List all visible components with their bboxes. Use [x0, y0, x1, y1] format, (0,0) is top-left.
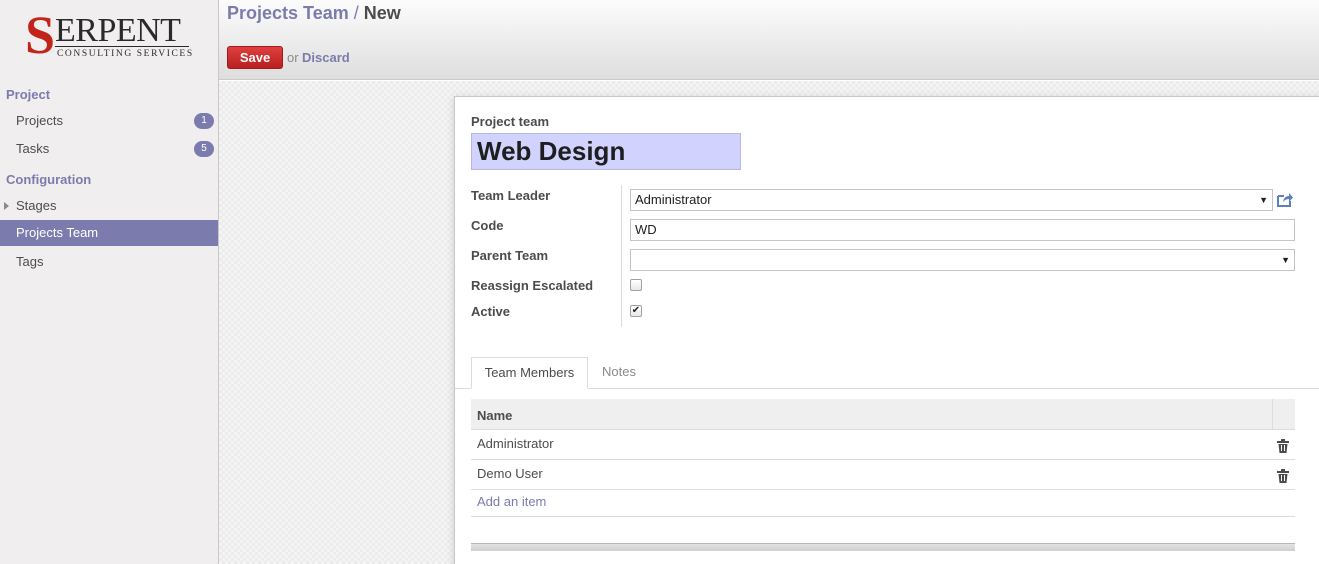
- serpent-logo[interactable]: S ERPENT CONSULTING SERVICES: [25, 8, 195, 64]
- logo-subtitle: CONSULTING SERVICES: [57, 49, 194, 59]
- column-separator: [1272, 399, 1273, 430]
- form-view: Project team Web Design Team Leader Admi…: [219, 81, 1319, 564]
- tab-notes[interactable]: Notes: [590, 357, 648, 389]
- active-checkbox[interactable]: ✔: [630, 305, 642, 317]
- code-input[interactable]: WD: [630, 219, 1295, 241]
- sidebar-item-projects-team[interactable]: Projects Team: [0, 220, 218, 246]
- reassign-escalated-label: Reassign Escalated: [471, 278, 594, 293]
- breadcrumb-parent-link[interactable]: Projects Team: [227, 3, 349, 23]
- table-divider: [471, 516, 1295, 517]
- add-an-item-link[interactable]: Add an item: [477, 494, 546, 509]
- members-table-header: Name: [471, 399, 1295, 430]
- tasks-count-badge: 5: [194, 141, 214, 157]
- team-leader-value: Administrator: [635, 192, 712, 207]
- parent-team-select[interactable]: ▼: [630, 249, 1295, 271]
- breadcrumb-current: New: [363, 3, 401, 23]
- reassign-escalated-checkbox[interactable]: [630, 279, 642, 291]
- trash-icon[interactable]: [1277, 469, 1289, 483]
- team-leader-label: Team Leader: [471, 188, 551, 203]
- logo-divider: [55, 46, 189, 47]
- member-name: Administrator: [477, 436, 554, 451]
- chevron-down-icon: ▼: [1259, 195, 1268, 205]
- code-label: Code: [471, 218, 504, 233]
- team-leader-select[interactable]: Administrator ▼: [630, 189, 1273, 211]
- table-row[interactable]: Demo User: [471, 460, 1295, 490]
- member-name: Demo User: [477, 466, 543, 481]
- tab-team-members[interactable]: Team Members: [471, 357, 588, 389]
- sidebar-item-stages[interactable]: Stages: [0, 193, 218, 219]
- sidebar: S ERPENT CONSULTING SERVICES Project Pro…: [0, 0, 219, 564]
- sidebar-item-projects[interactable]: Projects 1: [0, 108, 218, 134]
- sidebar-section-project: Project: [6, 87, 51, 102]
- parent-team-label: Parent Team: [471, 248, 549, 263]
- breadcrumb: Projects Team / New: [227, 3, 401, 24]
- table-footer: [471, 543, 1295, 551]
- external-link-icon[interactable]: [1276, 192, 1294, 208]
- chevron-down-icon: ▼: [1281, 255, 1290, 265]
- sidebar-item-label: Tags: [16, 254, 44, 269]
- sidebar-item-tasks[interactable]: Tasks 5: [0, 136, 218, 162]
- sidebar-item-label: Projects Team: [16, 225, 99, 240]
- sidebar-section-configuration: Configuration: [6, 172, 92, 187]
- save-button[interactable]: Save: [227, 46, 283, 69]
- discard-link[interactable]: Discard: [302, 50, 350, 65]
- projects-count-badge: 1: [194, 113, 214, 129]
- logo-word: ERPENT: [55, 12, 181, 49]
- caret-right-icon[interactable]: [4, 202, 9, 210]
- active-label: Active: [471, 304, 511, 319]
- field-divider: [621, 185, 622, 327]
- team-name-input[interactable]: Web Design: [471, 133, 741, 170]
- sidebar-item-label: Stages: [16, 198, 57, 213]
- trash-icon[interactable]: [1277, 439, 1289, 453]
- sidebar-item-label: Projects: [16, 113, 63, 128]
- logo-letter: S: [25, 5, 56, 65]
- breadcrumb-separator: /: [353, 3, 359, 23]
- form-sheet: Project team Web Design Team Leader Admi…: [454, 96, 1319, 564]
- table-row[interactable]: Administrator: [471, 430, 1295, 460]
- control-panel: Projects Team / New Save or Discard: [219, 0, 1319, 80]
- column-header-name[interactable]: Name: [477, 408, 512, 423]
- sidebar-item-tags[interactable]: Tags: [0, 249, 218, 275]
- or-text: or: [287, 50, 299, 65]
- name-label: Project team: [471, 114, 550, 129]
- sidebar-item-label: Tasks: [16, 141, 50, 156]
